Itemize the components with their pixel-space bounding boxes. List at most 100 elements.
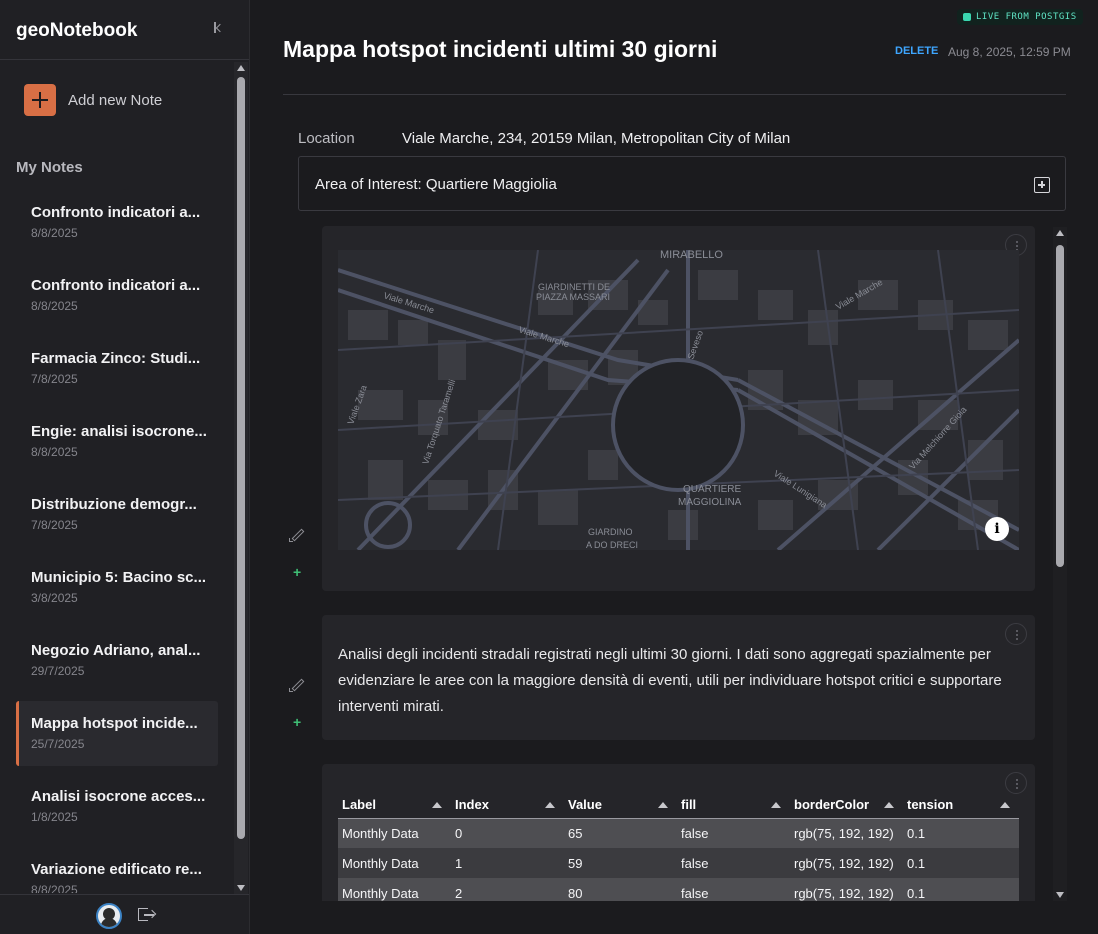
- my-notes-heading: My Notes: [16, 159, 83, 176]
- note-date: 8/8/2025: [31, 445, 78, 459]
- add-block-plus-icon[interactable]: +: [293, 714, 301, 730]
- note-item[interactable]: Negozio Adriano, anal... 29/7/2025: [16, 628, 218, 693]
- note-timestamp: Aug 8, 2025, 12:59 PM: [948, 45, 1071, 59]
- map-info-icon[interactable]: i: [985, 517, 1009, 541]
- live-badge-label: LIVE FROM POSTGIS: [976, 12, 1077, 22]
- column-header[interactable]: fill: [677, 792, 790, 819]
- note-item[interactable]: Farmacia Zinco: Studi... 7/8/2025: [16, 336, 218, 401]
- sidebar-header: geoNotebook: [0, 0, 249, 60]
- map-block: MIRABELLO GIARDINETTI DE PIAZZA MASSARI …: [322, 226, 1035, 591]
- note-item-active[interactable]: Mappa hotspot incide... 25/7/2025: [16, 701, 218, 766]
- table-cell: 0: [451, 818, 564, 848]
- location-label: Location: [298, 130, 355, 147]
- scroll-up-icon[interactable]: [237, 65, 245, 71]
- table-row: Monthly Data 1 59 false rgb(75, 192, 192…: [338, 848, 1019, 878]
- note-item[interactable]: Distribuzione demogr... 7/8/2025: [16, 482, 218, 547]
- text-block: Analisi degli incidenti stradali registr…: [322, 615, 1035, 740]
- sort-up-icon[interactable]: [545, 802, 555, 808]
- column-header[interactable]: Index: [451, 792, 564, 819]
- main-panel: LIVE FROM POSTGIS Mappa hotspot incident…: [250, 0, 1098, 934]
- note-item[interactable]: Engie: analisi isocrone... 8/8/2025: [16, 409, 218, 474]
- expand-plus-icon[interactable]: [1034, 177, 1050, 193]
- header-divider: [283, 94, 1066, 95]
- map-label: A DO DRECI: [586, 540, 638, 550]
- map-view[interactable]: MIRABELLO GIARDINETTI DE PIAZZA MASSARI …: [338, 250, 1019, 550]
- scroll-thumb[interactable]: [1056, 245, 1064, 567]
- note-title: Negozio Adriano, anal...: [31, 642, 201, 659]
- note-title: Mappa hotspot incide...: [31, 715, 198, 732]
- table-cell: 0.1: [903, 848, 1019, 878]
- table-cell: false: [677, 878, 790, 901]
- sort-up-icon[interactable]: [771, 802, 781, 808]
- note-date: 8/8/2025: [31, 883, 78, 893]
- note-item[interactable]: Analisi isocrone acces... 1/8/2025: [16, 774, 218, 839]
- note-date: 25/7/2025: [31, 737, 85, 751]
- note-date: 8/8/2025: [31, 299, 78, 313]
- table-cell: 1: [451, 848, 564, 878]
- add-note-label: Add new Note: [68, 91, 163, 109]
- note-title: Variazione edificato re...: [31, 861, 202, 878]
- map-label: PIAZZA MASSARI: [536, 292, 610, 302]
- table-header-row: Label Index Value fill borderColor tensi…: [338, 792, 1019, 819]
- table-cell: 0.1: [903, 818, 1019, 848]
- delete-button[interactable]: DELETE: [895, 45, 938, 57]
- scroll-down-icon[interactable]: [1056, 892, 1064, 898]
- table-cell: 59: [564, 848, 677, 878]
- area-of-interest-panel[interactable]: Area of Interest: Quartiere Maggiolia: [298, 156, 1066, 211]
- table-cell: rgb(75, 192, 192): [790, 818, 903, 848]
- sidebar: geoNotebook Add new Note My Notes Confro…: [0, 0, 250, 934]
- note-date: 7/8/2025: [31, 518, 78, 532]
- more-options-icon[interactable]: [1005, 772, 1027, 794]
- add-note-button[interactable]: Add new Note: [24, 83, 162, 117]
- note-item[interactable]: Variazione edificato re... 8/8/2025: [16, 847, 218, 893]
- map-label: GIARDINETTI DE: [538, 282, 610, 292]
- note-title: Analisi isocrone acces...: [31, 788, 206, 805]
- sidebar-footer: [0, 894, 249, 934]
- note-item[interactable]: Confronto indicatori a... 8/8/2025: [16, 190, 218, 255]
- note-blocks: + MIRABELLO GIARDINETTI DE PIAZZA MASSAR…: [283, 226, 1066, 901]
- map-label: QUARTIERE: [683, 484, 741, 495]
- sort-up-icon[interactable]: [658, 802, 668, 808]
- note-title: Confronto indicatori a...: [31, 204, 201, 221]
- map-label: GIARDINO: [588, 527, 633, 537]
- table-row: Monthly Data 2 80 false rgb(75, 192, 192…: [338, 878, 1019, 901]
- table-cell: 2: [451, 878, 564, 901]
- column-header[interactable]: Value: [564, 792, 677, 819]
- note-title: Engie: analisi isocrone...: [31, 423, 207, 440]
- avatar[interactable]: [96, 903, 122, 929]
- data-table: Label Index Value fill borderColor tensi…: [338, 792, 1019, 901]
- location-value: Viale Marche, 234, 20159 Milan, Metropol…: [402, 130, 791, 147]
- note-date: 3/8/2025: [31, 591, 78, 605]
- app-logo-text: geoNotebook: [16, 20, 138, 41]
- sort-up-icon[interactable]: [1000, 802, 1010, 808]
- column-header[interactable]: borderColor: [790, 792, 903, 819]
- note-date: 8/8/2025: [31, 226, 78, 240]
- map-label: MAGGIOLINA: [678, 497, 742, 508]
- map-label: MIRABELLO: [660, 250, 723, 261]
- logout-icon[interactable]: [138, 907, 157, 923]
- table-cell: 80: [564, 878, 677, 901]
- collapse-sidebar-icon[interactable]: [211, 20, 227, 36]
- table-cell: rgb(75, 192, 192): [790, 878, 903, 901]
- sort-up-icon[interactable]: [432, 802, 442, 808]
- sort-up-icon[interactable]: [884, 802, 894, 808]
- note-item[interactable]: Confronto indicatori a... 8/8/2025: [16, 263, 218, 328]
- note-item[interactable]: Municipio 5: Bacino sc... 3/8/2025: [16, 555, 218, 620]
- notes-list: Confronto indicatori a... 8/8/2025 Confro…: [16, 190, 218, 893]
- column-header[interactable]: Label: [338, 792, 451, 819]
- scroll-down-icon[interactable]: [237, 885, 245, 891]
- edit-pencil-icon[interactable]: [289, 676, 305, 692]
- scroll-up-icon[interactable]: [1056, 230, 1064, 236]
- table-row: Monthly Data 0 65 false rgb(75, 192, 192…: [338, 818, 1019, 848]
- sidebar-scrollbar[interactable]: [234, 62, 248, 894]
- table-cell: false: [677, 818, 790, 848]
- edit-pencil-icon[interactable]: [289, 526, 305, 542]
- scroll-thumb[interactable]: [237, 77, 245, 839]
- app-window: geoNotebook Add new Note My Notes Confro…: [0, 0, 1098, 934]
- plus-icon: [24, 84, 56, 116]
- note-title: Municipio 5: Bacino sc...: [31, 569, 207, 586]
- content-scrollbar[interactable]: [1053, 227, 1067, 901]
- column-header[interactable]: tension: [903, 792, 1019, 819]
- note-date: 29/7/2025: [31, 664, 85, 678]
- add-block-plus-icon[interactable]: +: [293, 564, 301, 580]
